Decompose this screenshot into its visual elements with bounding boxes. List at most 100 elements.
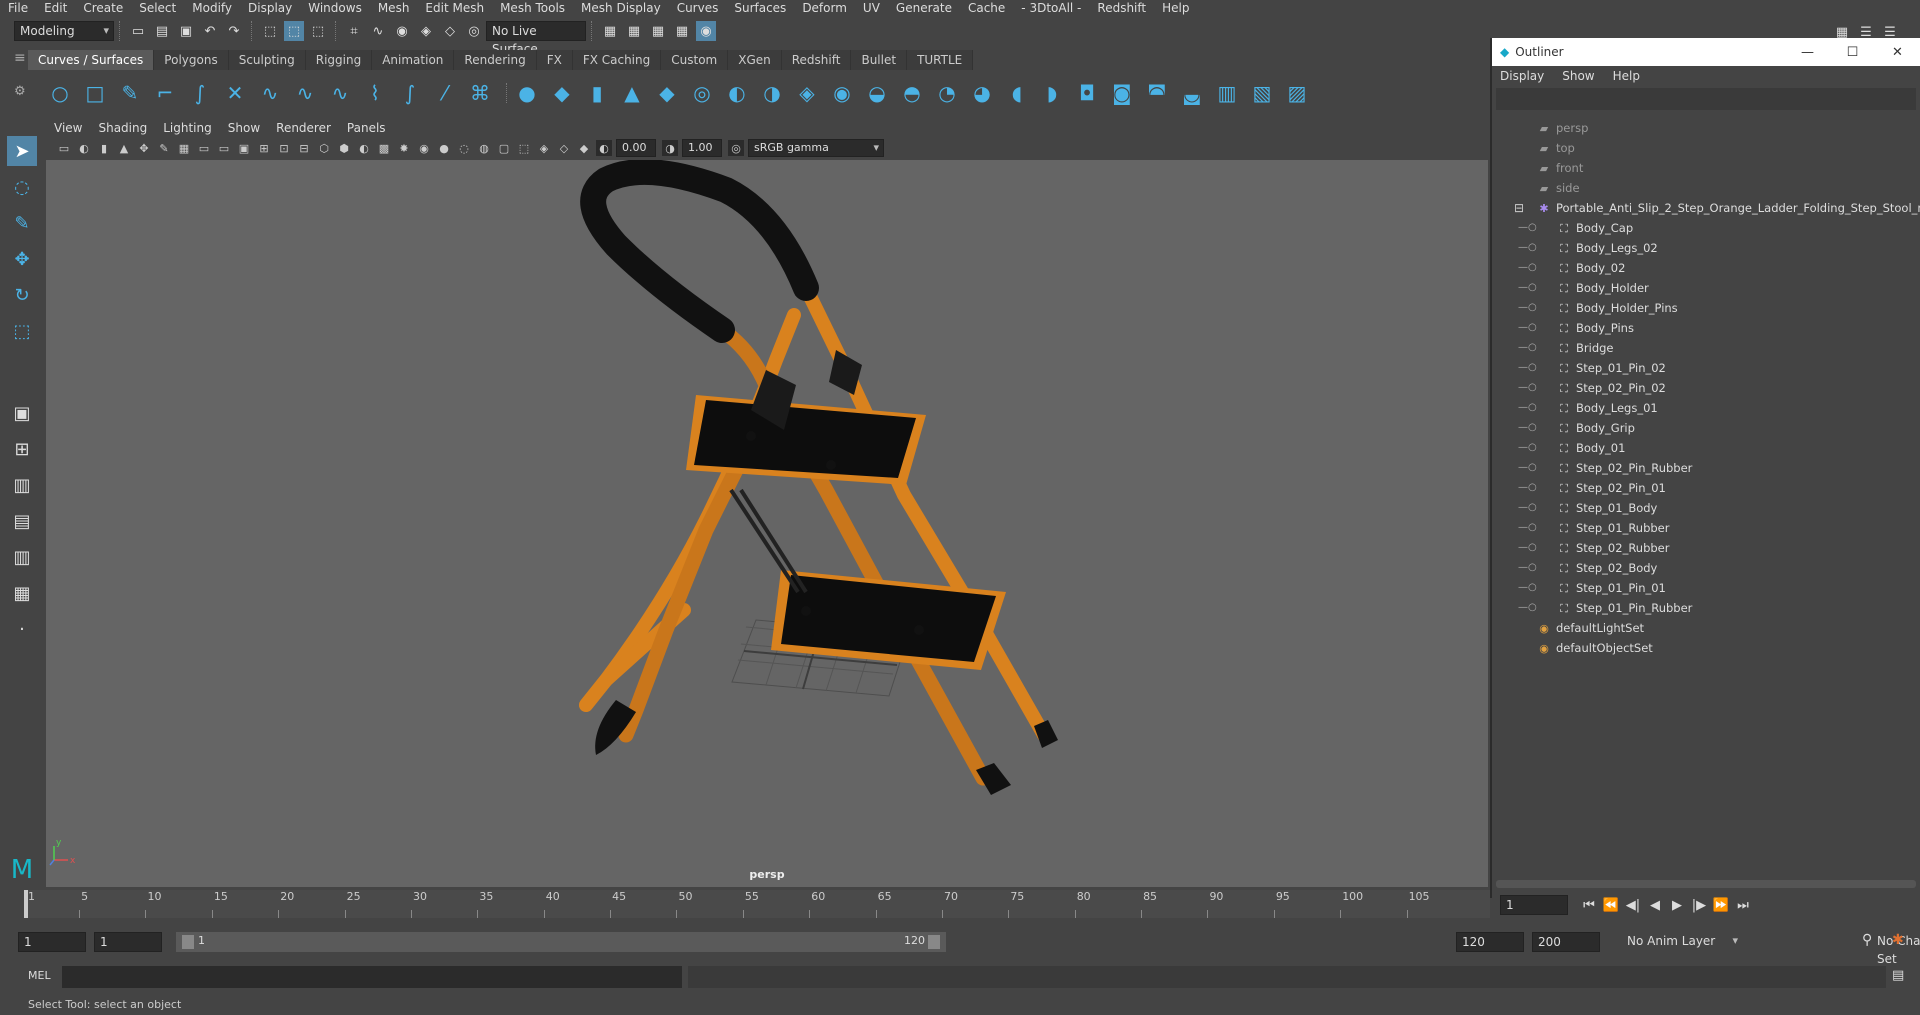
render-frame-icon[interactable]: ▦: [600, 21, 620, 41]
surface-tool-icon[interactable]: ◓: [898, 79, 926, 107]
outliner-item[interactable]: ⊟ ✱ Portable_Anti_Slip_2_Step_Orange_Ladde…: [1492, 198, 1920, 218]
outliner-search-input[interactable]: [1496, 88, 1916, 110]
outliner-item[interactable]: ▰ side: [1492, 178, 1920, 198]
outliner-item[interactable]: ◉ defaultObjectSet: [1492, 638, 1920, 658]
menu-item[interactable]: Create: [75, 0, 131, 17]
wireframe-on-shaded-icon[interactable]: ◐: [356, 140, 372, 156]
color-management-icon[interactable]: ◎: [728, 140, 744, 156]
anim-layer-dropdown[interactable]: No Anim Layer: [1622, 932, 1742, 952]
shelf-tab[interactable]: FX Caching: [572, 50, 662, 70]
collapse-icon[interactable]: ·: [7, 614, 37, 644]
image-plane-icon[interactable]: ▲: [116, 140, 132, 156]
curve-tool-icon[interactable]: ∿: [326, 79, 354, 107]
anti-alias-icon[interactable]: ◍: [476, 140, 492, 156]
menu-item[interactable]: Mesh Tools: [492, 0, 573, 17]
range-end-field[interactable]: 200: [1532, 932, 1600, 952]
outliner-item[interactable]: —○ ⛶ Body_Legs_01: [1492, 398, 1920, 418]
viewport-menu-item[interactable]: View: [46, 121, 90, 135]
surface-tool-icon[interactable]: ◙: [1108, 79, 1136, 107]
menu-item[interactable]: UV: [855, 0, 888, 17]
outliner-item[interactable]: —○ ⛶ Step_02_Pin_Rubber: [1492, 458, 1920, 478]
outliner-item[interactable]: —○ ⛶ Step_02_Body: [1492, 558, 1920, 578]
range-start-field[interactable]: 1: [18, 932, 86, 952]
select-component-icon[interactable]: ⬚: [308, 21, 328, 41]
menu-item[interactable]: Select: [131, 0, 184, 17]
menu-item[interactable]: Display: [240, 0, 300, 17]
outliner-item[interactable]: —○ ⛶ Step_01_Pin_Rubber: [1492, 598, 1920, 618]
dof-icon[interactable]: ▢: [496, 140, 512, 156]
safe-action-icon[interactable]: ⊡: [276, 140, 292, 156]
menu-item[interactable]: Surfaces: [726, 0, 794, 17]
color-space-dropdown[interactable]: sRGB gamma: [748, 139, 884, 157]
shelf-tab[interactable]: Polygons: [154, 50, 229, 70]
xray-components-icon[interactable]: ◆: [576, 140, 592, 156]
go-to-end-icon[interactable]: ⏭: [1732, 898, 1754, 913]
wireframe-icon[interactable]: ⬡: [316, 140, 332, 156]
surface-tool-icon[interactable]: ◗: [1038, 79, 1066, 107]
curve-tool-icon[interactable]: ∫: [396, 79, 424, 107]
shelf-tab[interactable]: Rendering: [454, 50, 537, 70]
playback-start-field[interactable]: 1: [94, 932, 162, 952]
nurbs-sphere-icon[interactable]: ●: [513, 79, 541, 107]
exposure-field[interactable]: 0.00: [616, 139, 656, 157]
outliner-menu-item[interactable]: Show: [1562, 69, 1594, 83]
shelf-tab[interactable]: XGen: [728, 50, 782, 70]
surface-tool-icon[interactable]: ◚: [1143, 79, 1171, 107]
shelf-tab[interactable]: Custom: [661, 50, 729, 70]
step-back-frame-icon[interactable]: ◀|: [1622, 898, 1644, 913]
surface-tool-icon[interactable]: ◘: [1073, 79, 1101, 107]
step-back-key-icon[interactable]: ⏪: [1600, 898, 1622, 913]
save-scene-icon[interactable]: ▣: [176, 21, 196, 41]
outliner-scrollbar[interactable]: [1496, 880, 1916, 888]
nurbs-cone-icon[interactable]: ▲: [618, 79, 646, 107]
surface-tool-icon[interactable]: ◐: [723, 79, 751, 107]
smooth-shade-icon[interactable]: ⬢: [336, 140, 352, 156]
surface-tool-icon[interactable]: ◒: [863, 79, 891, 107]
script-editor-icon[interactable]: ▤: [1892, 968, 1904, 983]
collapse-icon[interactable]: ⊟: [1514, 198, 1524, 218]
curve-tool-icon[interactable]: ⌘: [466, 79, 494, 107]
single-view-icon[interactable]: ▣: [7, 398, 37, 428]
go-to-start-icon[interactable]: ⏮: [1578, 898, 1600, 913]
viewport-persp[interactable]: x y persp: [46, 160, 1488, 887]
hypershade-icon[interactable]: ▦: [672, 21, 692, 41]
undo-icon[interactable]: ↶: [200, 21, 220, 41]
shelf-tab[interactable]: FX: [536, 50, 573, 70]
layout-icon[interactable]: ▥: [7, 470, 37, 500]
live-surface-field[interactable]: No Live Surface: [486, 21, 586, 56]
outliner-item[interactable]: —○ ⛶ Body_01: [1492, 438, 1920, 458]
current-frame-field[interactable]: 1: [1500, 895, 1568, 915]
maximize-icon[interactable]: ☐: [1830, 45, 1875, 60]
outliner-item[interactable]: —○ ⛶ Body_Holder_Pins: [1492, 298, 1920, 318]
film-gate-icon[interactable]: ▭: [196, 140, 212, 156]
nurbs-torus-icon[interactable]: ◎: [688, 79, 716, 107]
range-handle-right[interactable]: [928, 935, 940, 949]
shelf-tab[interactable]: Bullet: [851, 50, 908, 70]
menu-item[interactable]: Modify: [184, 0, 240, 17]
surface-tool-icon[interactable]: ◖: [1003, 79, 1031, 107]
grease-pencil-icon[interactable]: ✎: [156, 140, 172, 156]
surface-tool-icon[interactable]: ▧: [1248, 79, 1276, 107]
snap-curve-icon[interactable]: ∿: [368, 21, 388, 41]
surface-tool-icon[interactable]: ◛: [1178, 79, 1206, 107]
time-slider[interactable]: 1 5 10 15 20 25 30 35 40 45 50 55 60 65 70 75 80 85 90 95 10…: [24, 890, 1490, 918]
bookmark-icon[interactable]: ▮: [96, 140, 112, 156]
select-hierarchy-icon[interactable]: ⬚: [260, 21, 280, 41]
cv-curve-icon[interactable]: ⌐: [151, 79, 179, 107]
mode-dropdown[interactable]: Modeling: [14, 21, 114, 41]
scale-tool-icon[interactable]: ⬚: [7, 316, 37, 346]
redo-icon[interactable]: ↷: [224, 21, 244, 41]
outliner-menu-item[interactable]: Help: [1613, 69, 1640, 83]
resolution-gate-icon[interactable]: ▭: [216, 140, 232, 156]
viewport-menu-item[interactable]: Show: [220, 121, 268, 135]
gamma-icon[interactable]: ◑: [662, 140, 678, 156]
outliner-item[interactable]: —○ ⛶ Body_02: [1492, 258, 1920, 278]
new-scene-icon[interactable]: ▭: [128, 21, 148, 41]
command-language-label[interactable]: MEL: [28, 969, 51, 982]
gamma-field[interactable]: 1.00: [682, 139, 722, 157]
menu-item[interactable]: Deform: [794, 0, 855, 17]
menu-item[interactable]: Generate: [888, 0, 960, 17]
outliner-item[interactable]: —○ ⛶ Body_Cap: [1492, 218, 1920, 238]
shelf-tab[interactable]: Curves / Surfaces: [28, 50, 155, 70]
play-forward-icon[interactable]: ▶: [1666, 898, 1688, 913]
